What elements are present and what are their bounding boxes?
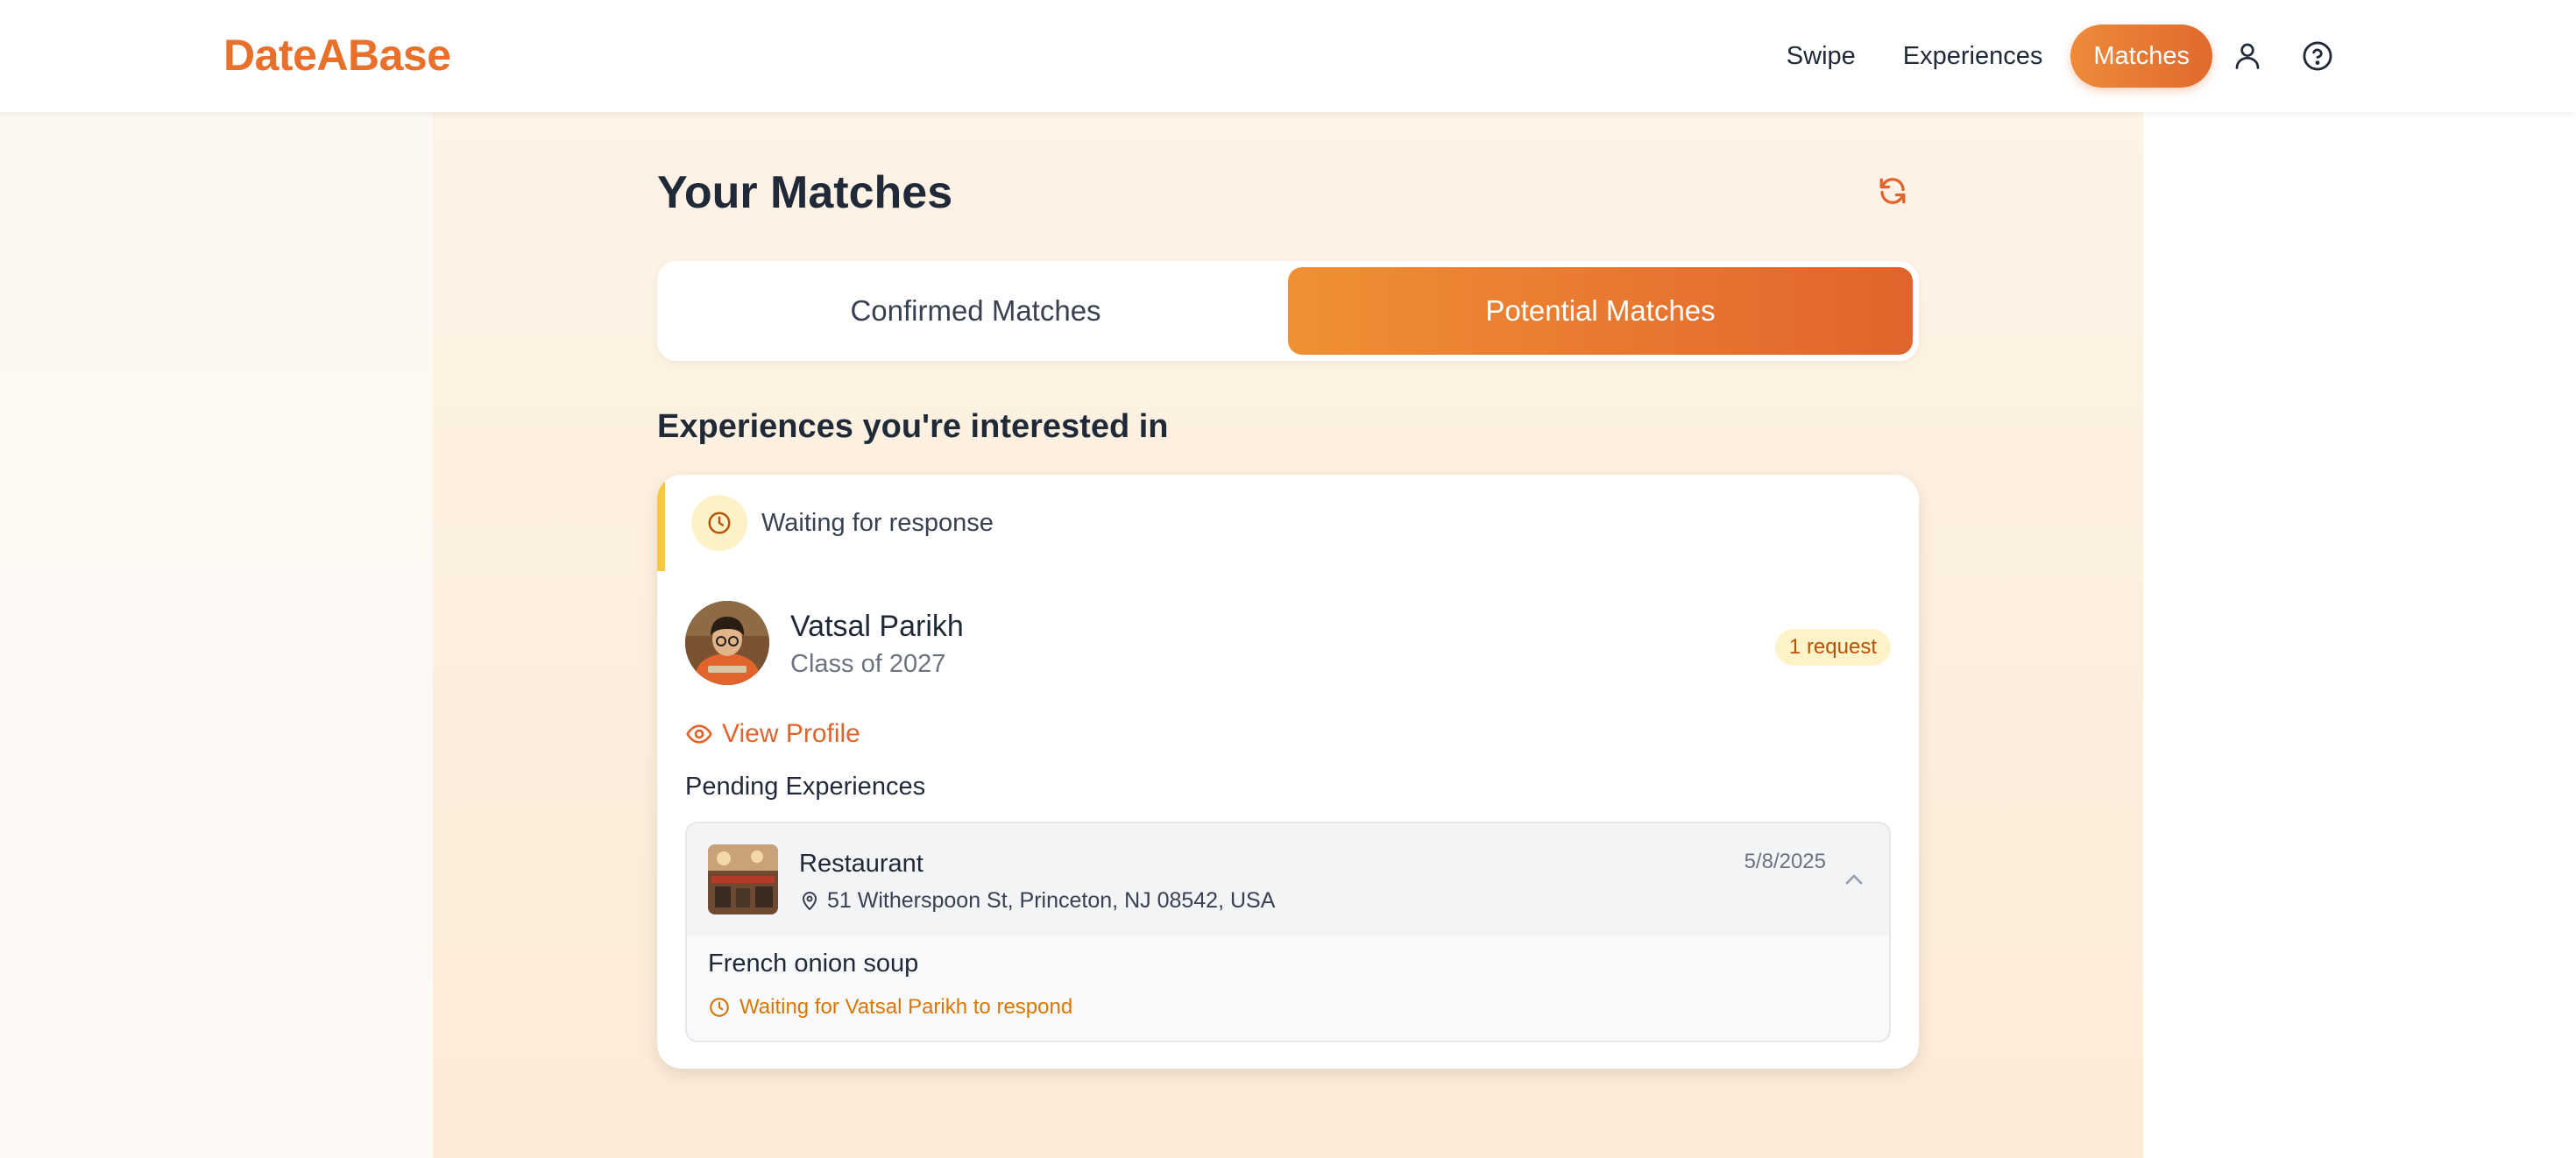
chevron-up-icon[interactable] (1840, 865, 1868, 893)
clock-icon (710, 998, 729, 1017)
view-profile-label: View Profile (722, 719, 860, 748)
refresh-icon[interactable] (1866, 165, 1919, 217)
page-title: Your Matches (657, 167, 953, 218)
experience-header[interactable]: Restaurant 51 Witherspoon St, Princeton,… (687, 823, 1889, 936)
request-count-badge: 1 request (1774, 629, 1891, 666)
waiting-status: Waiting for Vatsal Parikh to respond (708, 995, 1072, 1020)
left-background (0, 112, 433, 1158)
person-name: Vatsal Parikh (790, 610, 964, 643)
nav-experiences[interactable]: Experiences (1879, 25, 2067, 88)
location-pin-icon (803, 891, 817, 910)
title-row: Your Matches (657, 159, 1919, 229)
profile-icon[interactable] (2212, 25, 2282, 88)
tab-potential-matches[interactable]: Potential Matches (1288, 267, 1913, 355)
pending-experiences-label: Pending Experiences (685, 773, 926, 801)
avatar[interactable] (685, 601, 769, 685)
top-nav-bar: DateABase Swipe Experiences Matches (0, 0, 2576, 112)
match-tabs: Confirmed Matches Potential Matches (657, 261, 1919, 361)
person-class: Class of 2027 (790, 650, 946, 678)
pending-experience-item: Restaurant 51 Witherspoon St, Princeton,… (685, 822, 1891, 1042)
nav-matches[interactable]: Matches (2070, 25, 2212, 88)
experience-title: Restaurant (799, 850, 924, 878)
experience-detail: French onion soup (708, 950, 919, 978)
nav-swipe[interactable]: Swipe (1763, 25, 1879, 88)
waiting-status-text: Waiting for Vatsal Parikh to respond (740, 995, 1073, 1019)
help-icon[interactable] (2282, 25, 2353, 88)
experience-address: 51 Witherspoon St, Princeton, NJ 08542, … (799, 888, 1275, 914)
person-row: Vatsal Parikh Class of 2027 1 request (685, 601, 1891, 688)
app-logo[interactable]: DateABase (223, 30, 451, 81)
main-nav: Swipe Experiences Matches (1763, 25, 2353, 88)
experience-thumbnail (708, 844, 778, 914)
view-profile-link[interactable]: View Profile (685, 715, 860, 753)
section-title: Experiences you're interested in (657, 408, 1169, 445)
right-background (2143, 112, 2576, 1158)
eye-icon (686, 724, 712, 744)
experience-date: 5/8/2025 (1744, 850, 1826, 873)
experience-address-text: 51 Witherspoon St, Princeton, NJ 08542, … (827, 888, 1276, 913)
clock-icon (691, 495, 747, 551)
match-card: Waiting for response Vatsal Parikh Class… (657, 475, 1919, 1069)
status-banner: Waiting for response (657, 475, 1919, 571)
tab-confirmed-matches[interactable]: Confirmed Matches (663, 267, 1288, 355)
status-text: Waiting for response (761, 508, 994, 537)
